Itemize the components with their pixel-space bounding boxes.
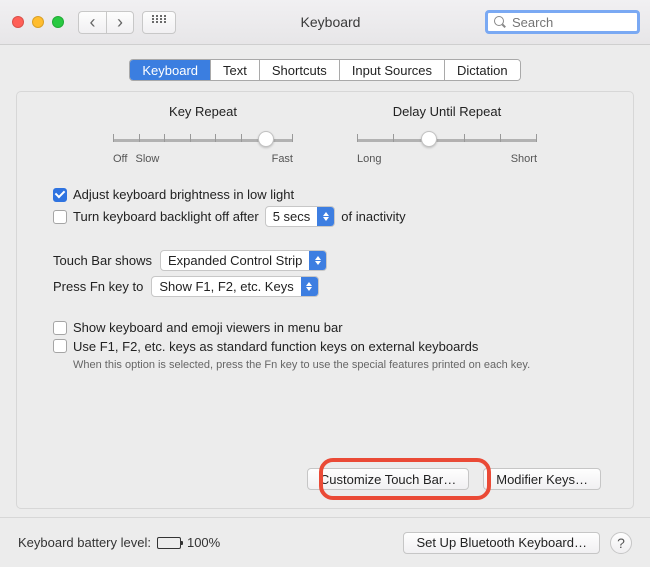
adjust-brightness-label: Adjust keyboard brightness in low light — [73, 187, 294, 202]
minimize-icon[interactable] — [32, 16, 44, 28]
key-repeat-off-label: Off — [113, 153, 127, 165]
key-repeat-fast-label: Fast — [272, 153, 293, 165]
footer: Keyboard battery level: 100% Set Up Blue… — [0, 517, 650, 567]
fn-value: Show F1, F2, etc. Keys — [152, 279, 300, 294]
tab-dictation[interactable]: Dictation — [445, 60, 520, 80]
touchbar-select[interactable]: Expanded Control Strip — [160, 250, 327, 271]
key-repeat-slow-label: Slow — [135, 153, 159, 165]
tab-text[interactable]: Text — [211, 60, 260, 80]
keyboard-battery-status: Keyboard battery level: 100% — [18, 535, 220, 550]
fn-row: Press Fn key to Show F1, F2, etc. Keys — [53, 276, 597, 297]
backlight-off-label: Turn keyboard backlight off after — [73, 209, 259, 224]
search-field[interactable] — [485, 10, 640, 34]
key-repeat-slider[interactable] — [113, 131, 293, 149]
delay-slider[interactable] — [357, 131, 537, 149]
search-input[interactable] — [510, 14, 631, 31]
backlight-off-checkbox[interactable] — [53, 210, 67, 224]
zoom-icon[interactable] — [52, 16, 64, 28]
adjust-brightness-row: Adjust keyboard brightness in low light — [53, 187, 597, 202]
delay-long-label: Long — [357, 153, 381, 165]
help-button[interactable]: ? — [610, 532, 632, 554]
use-f-keys-checkbox[interactable] — [53, 339, 67, 353]
touchbar-value: Expanded Control Strip — [161, 253, 309, 268]
touchbar-label: Touch Bar shows — [53, 253, 152, 268]
window-title: Keyboard — [184, 14, 477, 30]
battery-label: Keyboard battery level: — [18, 535, 151, 550]
sliders-section: Key Repeat Off Slow Fast — [53, 104, 597, 165]
delay-label: Delay Until Repeat — [357, 104, 537, 119]
battery-percent: 100% — [187, 535, 220, 550]
toolbar: Keyboard — [0, 0, 650, 45]
body: Keyboard Text Shortcuts Input Sources Di… — [0, 45, 650, 517]
show-viewers-label: Show keyboard and emoji viewers in menu … — [73, 320, 343, 335]
fn-select[interactable]: Show F1, F2, etc. Keys — [151, 276, 318, 297]
stepper-arrows-icon — [317, 207, 334, 226]
key-repeat-slider-group: Key Repeat Off Slow Fast — [113, 104, 293, 165]
chevron-left-icon — [90, 13, 96, 31]
inactivity-suffix: of inactivity — [341, 209, 405, 224]
tab-input-sources[interactable]: Input Sources — [340, 60, 445, 80]
tabs: Keyboard Text Shortcuts Input Sources Di… — [129, 59, 520, 81]
forward-button[interactable] — [106, 11, 134, 34]
close-icon[interactable] — [12, 16, 24, 28]
window-controls — [12, 16, 64, 28]
nav-back-forward — [78, 11, 134, 34]
search-icon — [494, 16, 506, 28]
footer-actions: Set Up Bluetooth Keyboard… ? — [403, 532, 632, 554]
stepper-arrows-icon — [309, 251, 326, 270]
show-all-button[interactable] — [142, 11, 176, 34]
backlight-timeout-select[interactable]: 5 secs — [265, 206, 336, 227]
use-f-keys-label: Use F1, F2, etc. keys as standard functi… — [73, 339, 478, 354]
key-repeat-label: Key Repeat — [113, 104, 293, 119]
show-viewers-row: Show keyboard and emoji viewers in menu … — [53, 320, 597, 335]
backlight-timeout-value: 5 secs — [266, 209, 318, 224]
back-button[interactable] — [78, 11, 106, 34]
keyboard-panel: Key Repeat Off Slow Fast — [16, 91, 634, 509]
panel-buttons: Customize Touch Bar… Modifier Keys… — [307, 468, 601, 490]
touchbar-row: Touch Bar shows Expanded Control Strip — [53, 250, 597, 271]
tab-shortcuts[interactable]: Shortcuts — [260, 60, 340, 80]
tab-keyboard[interactable]: Keyboard — [130, 60, 211, 80]
preferences-window: Keyboard Keyboard Text Shortcuts Input S… — [0, 0, 650, 567]
show-viewers-checkbox[interactable] — [53, 321, 67, 335]
adjust-brightness-checkbox[interactable] — [53, 188, 67, 202]
setup-bluetooth-keyboard-button[interactable]: Set Up Bluetooth Keyboard… — [403, 532, 600, 554]
grid-icon — [152, 15, 166, 29]
fn-label: Press Fn key to — [53, 279, 143, 294]
chevron-right-icon — [117, 13, 123, 31]
delay-slider-group: Delay Until Repeat Long Short — [357, 104, 537, 165]
stepper-arrows-icon — [301, 277, 318, 296]
customize-touch-bar-button[interactable]: Customize Touch Bar… — [307, 468, 469, 490]
tabs-row: Keyboard Text Shortcuts Input Sources Di… — [16, 59, 634, 81]
use-f-keys-row: Use F1, F2, etc. keys as standard functi… — [53, 339, 597, 354]
use-f-keys-help: When this option is selected, press the … — [73, 358, 597, 372]
delay-short-label: Short — [511, 153, 537, 165]
battery-icon — [157, 537, 181, 549]
backlight-off-row: Turn keyboard backlight off after 5 secs… — [53, 206, 597, 227]
modifier-keys-button[interactable]: Modifier Keys… — [483, 468, 601, 490]
